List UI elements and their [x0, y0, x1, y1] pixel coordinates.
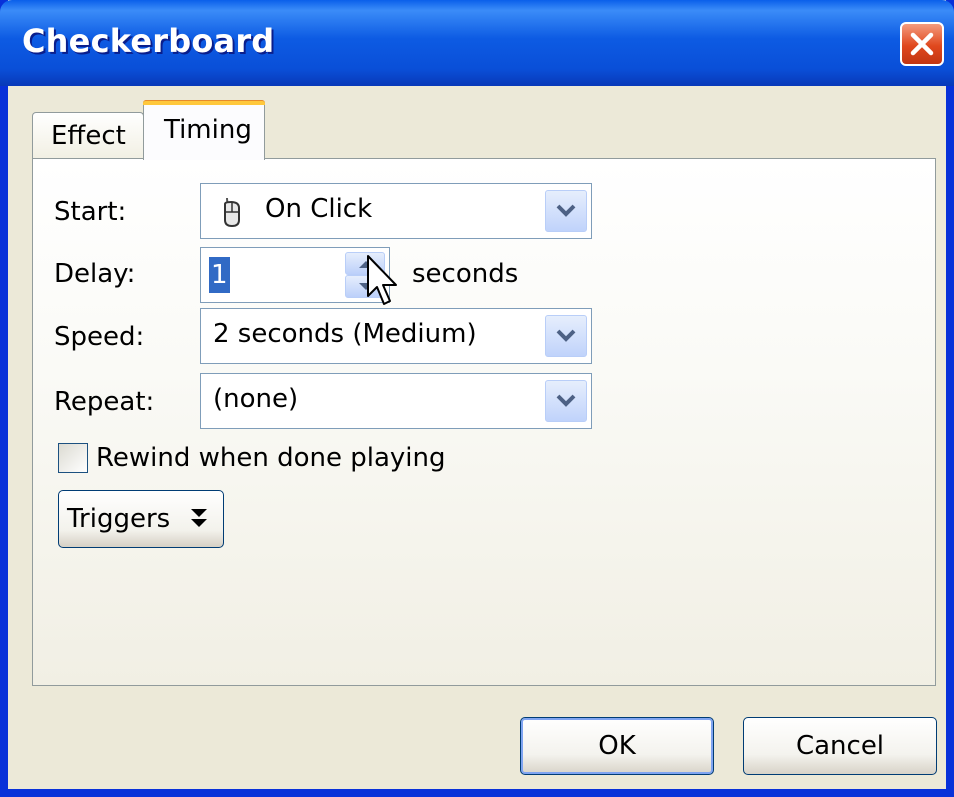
- start-label: Start:: [54, 197, 127, 227]
- chevron-down-icon: [556, 329, 576, 342]
- window-title: Checkerboard: [22, 22, 275, 60]
- repeat-label: Repeat:: [54, 387, 155, 417]
- rewind-label[interactable]: Rewind when done playing: [96, 443, 446, 473]
- rewind-checkbox[interactable]: [58, 443, 88, 473]
- speed-dropdown-button[interactable]: [545, 315, 587, 357]
- start-dropdown-button[interactable]: [545, 190, 587, 232]
- mouse-icon: [224, 197, 240, 228]
- triggers-label: Triggers: [67, 504, 171, 534]
- chevron-down-icon: [556, 394, 576, 407]
- speed-value: 2 seconds (Medium): [213, 319, 477, 349]
- triggers-button[interactable]: Triggers: [58, 490, 224, 548]
- repeat-dropdown-button[interactable]: [545, 380, 587, 422]
- close-button[interactable]: [900, 22, 944, 66]
- close-icon: [910, 32, 934, 56]
- tab-timing[interactable]: Timing: [143, 100, 265, 160]
- delay-unit-label: seconds: [412, 259, 519, 289]
- cancel-button[interactable]: Cancel: [743, 717, 937, 775]
- chevron-down-icon: [556, 204, 576, 217]
- repeat-dropdown[interactable]: (none): [200, 373, 592, 429]
- title-bar[interactable]: Checkerboard: [0, 0, 954, 86]
- ok-button[interactable]: OK: [520, 717, 714, 775]
- delay-label: Delay:: [54, 259, 136, 289]
- double-chevron-down-icon: [191, 509, 207, 527]
- delay-value: 1: [209, 257, 230, 293]
- start-dropdown[interactable]: On Click: [200, 183, 592, 239]
- speed-label: Speed:: [54, 322, 145, 352]
- repeat-value: (none): [213, 384, 299, 414]
- delay-input[interactable]: 1: [200, 247, 390, 303]
- tab-effect[interactable]: Effect: [32, 112, 144, 160]
- tab-effect-label: Effect: [51, 121, 126, 151]
- speed-dropdown[interactable]: 2 seconds (Medium): [200, 308, 592, 364]
- mouse-cursor-icon: [367, 255, 397, 305]
- tab-timing-label: Timing: [164, 115, 252, 145]
- start-value: On Click: [265, 194, 373, 224]
